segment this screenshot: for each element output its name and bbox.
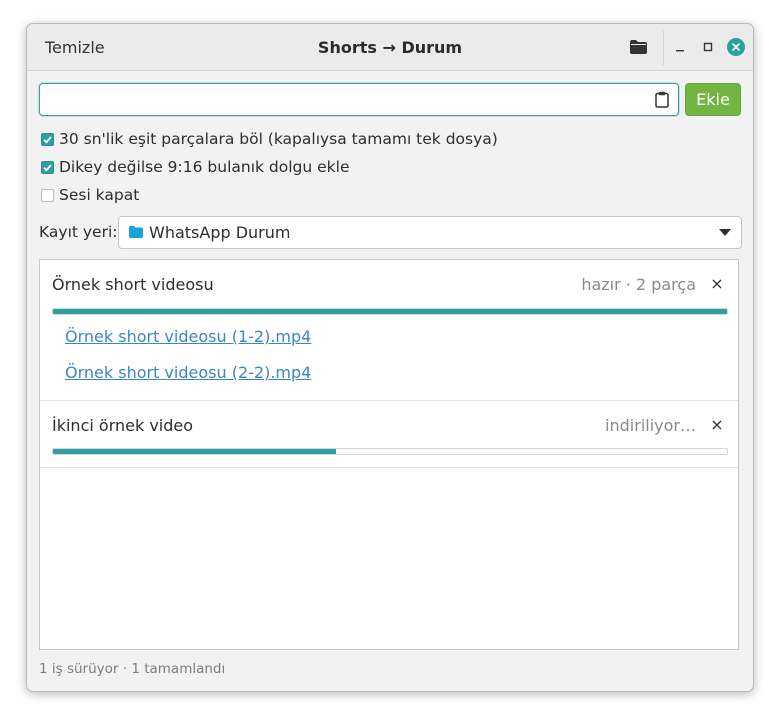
job-list: Örnek short videosu hazır · 2 parça × Ör… [39,259,739,650]
minimize-button[interactable] [671,38,689,56]
output-file-link[interactable]: Örnek short videosu (2-2).mp4 [65,363,311,382]
output-file-link[interactable]: Örnek short videosu (1-2).mp4 [65,327,311,346]
titlebar: Temizle Shorts → Durum [27,24,753,71]
clear-button[interactable]: Temizle [27,24,123,70]
blur-pad-option-label: Dikey değilse 9:16 bulanık dolgu ekle [59,158,350,176]
split-option-label: 30 sn'lik eşit parçalara böl (kapalıysa … [59,130,498,148]
maximize-button[interactable] [699,38,717,56]
save-location-select[interactable]: WhatsApp Durum [118,216,742,249]
job-item: Örnek short videosu hazır · 2 parça × Ör… [40,260,738,401]
add-button[interactable]: Ekle [685,83,741,116]
job-progress-bar [52,448,728,455]
save-location-label: Kayıt yeri: [39,223,118,241]
split-checkbox[interactable] [41,132,54,146]
checkmark-icon [43,163,52,172]
job-item: İkinci örnek video indiriliyor… × [40,401,738,468]
clipboard-icon[interactable] [654,91,670,108]
url-input[interactable] [46,84,650,117]
close-button[interactable] [727,38,745,56]
job-progress-fill [53,449,337,454]
chevron-down-icon [719,229,731,236]
status-bar: 1 iş sürüyor · 1 tamamlandı [39,661,226,677]
folder-icon [629,40,647,54]
job-status: indiriliyor… [605,416,696,435]
maximize-icon [703,42,713,52]
job-name: İkinci örnek video [52,416,194,435]
close-icon [732,43,740,51]
minimize-icon [676,50,684,52]
open-folder-button[interactable] [627,37,649,57]
job-name: Örnek short videosu [52,275,214,294]
mute-option[interactable]: Sesi kapat [41,184,139,206]
split-option[interactable]: 30 sn'lik eşit parçalara böl (kapalıysa … [41,128,498,150]
app-window: Temizle Shorts → Durum Ekle 30 sn'lik eş… [26,23,754,692]
blur-pad-option[interactable]: Dikey değilse 9:16 bulanık dolgu ekle [41,156,349,178]
checkmark-icon [43,135,52,144]
blur-pad-checkbox[interactable] [41,160,54,174]
mute-checkbox[interactable] [41,188,54,202]
mute-option-label: Sesi kapat [59,186,140,204]
folder-icon [129,226,143,238]
job-progress-fill [53,309,727,314]
remove-job-button[interactable]: × [710,273,724,293]
save-location-value: WhatsApp Durum [149,223,291,242]
titlebar-separator [663,31,664,65]
job-progress-bar [52,308,728,315]
job-status: hazır · 2 parça [581,275,696,294]
url-field-frame [39,83,679,117]
remove-job-button[interactable]: × [710,414,724,434]
